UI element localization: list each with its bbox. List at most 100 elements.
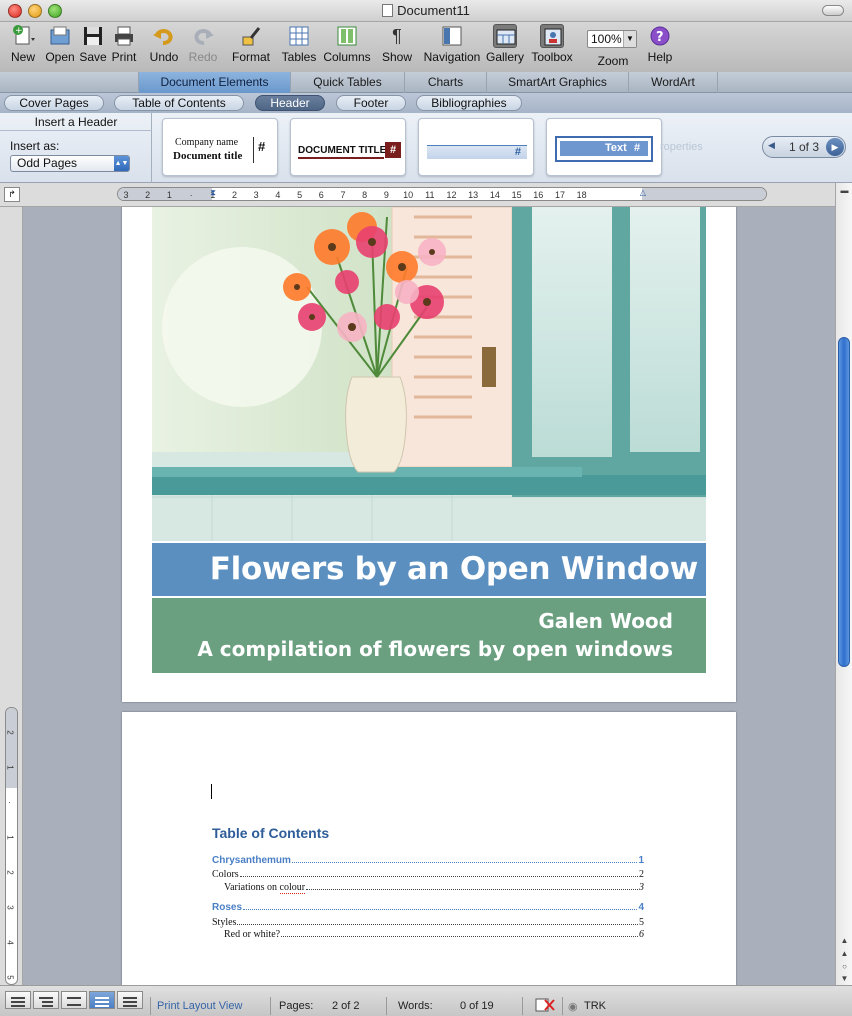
help-button[interactable]: ? Help xyxy=(645,24,675,64)
first-line-indent-marker[interactable]: ⧗ xyxy=(210,188,216,198)
ruler-tick-label: 5 xyxy=(5,975,15,980)
toc-entry[interactable]: Roses 4 xyxy=(212,902,644,913)
toc-entry[interactable]: Colors 2 xyxy=(212,869,644,880)
undo-button[interactable]: Undo xyxy=(146,24,182,64)
navigation-icon xyxy=(440,24,464,48)
open-button[interactable]: Open xyxy=(44,24,76,64)
header-style-thumbnail-2[interactable]: DOCUMENT TITLE # xyxy=(290,118,406,176)
header-style-thumbnail-3[interactable]: # xyxy=(418,118,534,176)
document-canvas[interactable]: Flowers by an Open Window Galen Wood A c… xyxy=(23,207,835,985)
notebook-layout-view-button[interactable] xyxy=(117,991,143,1009)
browse-object-icon[interactable]: ○ xyxy=(839,961,850,972)
tab-quick-tables[interactable]: Quick Tables xyxy=(290,72,404,93)
ribbon-tabs: Document Elements Quick Tables Charts Sm… xyxy=(0,72,852,93)
tab-charts[interactable]: Charts xyxy=(404,72,486,93)
columns-button[interactable]: Columns xyxy=(322,24,372,64)
pages-label: Pages: xyxy=(279,1000,314,1012)
navigation-button[interactable]: Navigation xyxy=(421,24,483,64)
previous-page-icon[interactable]: ◀ xyxy=(768,140,775,151)
print-icon xyxy=(112,24,136,48)
draft-view-button[interactable] xyxy=(5,991,31,1009)
group-header[interactable]: Header xyxy=(255,95,325,111)
print-layout-view-button[interactable] xyxy=(89,991,115,1009)
track-changes-icon[interactable]: ◉ xyxy=(568,1000,578,1013)
horizontal-ruler[interactable]: 3 2 1 · 1 2 3 4 5 6 7 8 9 10 11 12 13 14 15 16 17 18 ⧗ △ xyxy=(117,187,767,201)
toc-page[interactable]: Table of Contents Chrysanthemum 1 Colors 2… xyxy=(122,712,736,985)
ruler-tick-label: 17 xyxy=(554,190,566,200)
spelling-flag[interactable]: colour xyxy=(279,882,306,894)
next-page-icon[interactable]: ▶ xyxy=(826,138,844,156)
header-gallery: Insert a Header Insert as: Odd Pages ▲▼ C… xyxy=(0,113,852,183)
publishing-layout-view-button[interactable] xyxy=(61,991,87,1009)
redo-button[interactable]: Redo xyxy=(186,24,220,64)
ruler-tick-label: 13 xyxy=(468,190,479,200)
scrollbar-thumb[interactable] xyxy=(838,337,850,667)
words-label: Words: xyxy=(398,1000,433,1012)
header-style-thumbnail-1[interactable]: Company name Document title # xyxy=(162,118,278,176)
group-footer[interactable]: Footer xyxy=(336,95,406,111)
ruler-tick-label: 7 xyxy=(340,190,346,200)
toolbox-button[interactable]: Toolbox xyxy=(529,24,575,64)
right-indent-marker[interactable]: △ xyxy=(640,188,646,197)
new-button[interactable]: + New xyxy=(4,24,42,64)
format-button[interactable]: Format xyxy=(230,24,272,64)
track-changes-status[interactable]: TRK xyxy=(584,1000,606,1012)
ruler-tick-label: 6 xyxy=(318,190,324,200)
ruler-tick-label: 2 xyxy=(5,730,15,735)
tab-smartart-graphics[interactable]: SmartArt Graphics xyxy=(486,72,628,93)
ruler-tick-label: 1 xyxy=(5,835,15,840)
horizontal-scrollbar[interactable] xyxy=(150,986,835,991)
ruler-tick-label: 3 xyxy=(253,190,259,200)
previous-page-icon[interactable]: ▲ xyxy=(839,948,850,959)
divider xyxy=(0,130,152,131)
ruler-tick-label: 12 xyxy=(446,190,457,200)
help-icon: ? xyxy=(648,24,672,48)
toc-entry[interactable]: Styles 5 xyxy=(212,917,644,928)
svg-text:?: ? xyxy=(656,30,664,45)
cover-author: Galen Wood xyxy=(538,609,673,633)
open-folder-icon xyxy=(48,24,72,48)
redo-icon xyxy=(191,24,215,48)
toc-entry[interactable]: Red or white? 6 xyxy=(212,929,644,940)
toolbar-toggle-button[interactable] xyxy=(822,5,844,16)
vertical-scrollbar[interactable]: ▬ ▲ ▲ ○ ▼ xyxy=(835,183,852,985)
print-button[interactable]: Print xyxy=(108,24,140,64)
ruler-tick-label: 1 xyxy=(166,190,172,200)
document-icon xyxy=(382,4,394,17)
tables-button[interactable]: Tables xyxy=(280,24,318,64)
title-bar: Document11 xyxy=(0,0,852,22)
header-style-thumbnail-4[interactable]: Text # xyxy=(546,118,662,176)
svg-text:+: + xyxy=(15,26,23,36)
undo-icon xyxy=(152,24,176,48)
insert-as-select[interactable]: Odd Pages ▲▼ xyxy=(10,155,130,172)
ruler-tick-label: · xyxy=(5,801,14,804)
split-handle-icon[interactable]: ▬ xyxy=(839,185,850,196)
group-table-of-contents[interactable]: Table of Contents xyxy=(114,95,244,111)
current-view-label: Print Layout View xyxy=(157,1000,243,1012)
tab-wordart[interactable]: WordArt xyxy=(628,72,718,93)
gallery-button[interactable]: Gallery xyxy=(486,24,524,64)
spelling-status-icon[interactable] xyxy=(535,998,555,1015)
select-arrows-icon: ▲▼ xyxy=(114,156,129,171)
scroll-up-icon[interactable]: ▲ xyxy=(839,935,850,946)
save-button[interactable]: Save xyxy=(78,24,108,64)
insert-header-panel: Insert a Header Insert as: Odd Pages ▲▼ xyxy=(0,113,152,183)
tab-stop-selector[interactable]: ↱ xyxy=(4,187,20,202)
group-bibliographies[interactable]: Bibliographies xyxy=(416,95,522,111)
vertical-ruler[interactable]: 2 1 · 1 2 3 4 5 xyxy=(5,707,18,985)
zoom-select[interactable]: 100% ▼ xyxy=(587,30,637,48)
cover-title: Flowers by an Open Window xyxy=(152,543,706,596)
group-cover-pages[interactable]: Cover Pages xyxy=(4,95,104,111)
toc-entry[interactable]: Variations on colour 3 xyxy=(212,882,644,894)
toc-entry[interactable]: Chrysanthemum 1 xyxy=(212,855,644,866)
cover-subtitle-band: Galen Wood A compilation of flowers by o… xyxy=(152,598,706,673)
scroll-down-icon[interactable]: ▼ xyxy=(839,973,850,984)
format-brush-icon xyxy=(239,24,263,48)
show-button[interactable]: ¶ Show xyxy=(380,24,414,64)
chevron-down-icon: ▼ xyxy=(623,31,636,47)
outline-view-button[interactable] xyxy=(33,991,59,1009)
ruler-tick-label: 9 xyxy=(383,190,389,200)
ruler-tick-label: 16 xyxy=(533,190,544,200)
cover-page[interactable]: Flowers by an Open Window Galen Wood A c… xyxy=(122,207,736,702)
tab-document-elements[interactable]: Document Elements xyxy=(138,72,290,93)
